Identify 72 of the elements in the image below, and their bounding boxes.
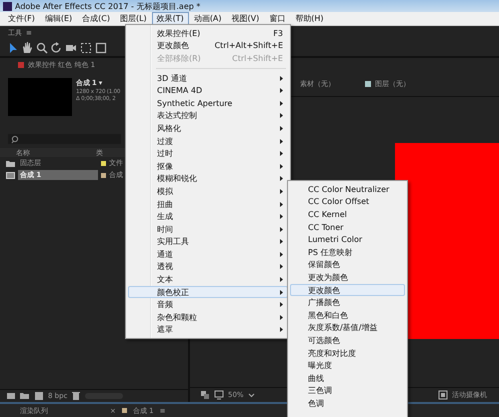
menu-item[interactable]: 时间 bbox=[128, 222, 288, 236]
menu-item[interactable]: 更改为颜色 bbox=[290, 271, 405, 284]
menu-item[interactable]: 实用工具 bbox=[128, 236, 288, 248]
menu-item[interactable]: 亮度和对比度 bbox=[290, 346, 405, 360]
menu-item[interactable]: 图层(L) bbox=[114, 12, 152, 25]
window-title: Adobe After Effects CC 2017 - 无标题项目.aep * bbox=[15, 0, 200, 12]
menu-item[interactable]: 效果控件(E) F3 bbox=[128, 27, 288, 40]
menu-item[interactable]: CC Color Offset bbox=[290, 196, 405, 208]
layer-color-icon bbox=[365, 81, 371, 87]
caret-icon bbox=[248, 392, 255, 398]
menu-item[interactable]: 保留颜色 bbox=[290, 258, 405, 272]
menu-item[interactable]: 风格化 bbox=[128, 122, 288, 135]
region-icon bbox=[438, 390, 448, 400]
menu-item[interactable]: 扭曲 bbox=[128, 198, 288, 210]
menu-item[interactable]: 编辑(E) bbox=[40, 12, 78, 25]
menu-item[interactable]: 文件(F) bbox=[3, 12, 40, 25]
menu-item[interactable]: 遮罩 bbox=[128, 324, 288, 336]
menu-item[interactable]: 黑色和白色 bbox=[290, 308, 405, 322]
menu-item[interactable]: 窗口 bbox=[264, 12, 290, 25]
menu-item[interactable]: CC Color Neutralizer bbox=[290, 183, 405, 196]
trash-icon bbox=[71, 391, 82, 401]
menu-item[interactable]: 动画(A) bbox=[188, 12, 227, 25]
menu-item[interactable]: Synthetic Aperture bbox=[128, 96, 288, 110]
menu-item[interactable]: 颜色校正 bbox=[128, 286, 288, 298]
menu-item[interactable]: 色调 bbox=[290, 397, 405, 410]
menu-item[interactable]: 表达式控制 bbox=[128, 110, 288, 122]
menu-item[interactable]: PS 任意映射 bbox=[290, 246, 405, 259]
menu-item[interactable]: 模拟 bbox=[128, 185, 288, 198]
menu-item[interactable]: 3D 通道 bbox=[128, 72, 288, 84]
composition-color-swatch bbox=[122, 408, 127, 413]
pan-behind-tool-icon bbox=[80, 42, 92, 54]
menu-item[interactable]: 生成 bbox=[128, 210, 288, 223]
menu-item[interactable]: 杂色和颗粒 bbox=[128, 311, 288, 324]
menu-item[interactable]: 抠像 bbox=[128, 160, 288, 173]
layer-color-icon bbox=[18, 62, 24, 68]
interpret-footage-icon bbox=[6, 391, 16, 401]
menu-item[interactable]: 视图(V) bbox=[226, 12, 264, 25]
menu-item[interactable]: 通道 bbox=[128, 248, 288, 261]
composition-thumbnail bbox=[8, 78, 72, 116]
menu-item[interactable]: 曲线 bbox=[290, 372, 405, 384]
search-icon bbox=[36, 42, 48, 54]
menu-item[interactable]: 广播颜色 bbox=[290, 296, 405, 309]
rectangle-tool-icon bbox=[95, 42, 107, 54]
menu-item[interactable]: 效果(T) bbox=[152, 12, 189, 25]
menu-item[interactable]: 模糊和锐化 bbox=[128, 172, 288, 186]
menu-item[interactable]: 灰度系数/基值/增益 bbox=[290, 322, 405, 334]
menu-item[interactable]: 曝光度 bbox=[290, 359, 405, 372]
menu-item[interactable]: 三色调 bbox=[290, 384, 405, 398]
menu-item[interactable]: Lumetri Color bbox=[290, 233, 405, 246]
snapshot-icon bbox=[200, 390, 210, 400]
menu-item[interactable]: 可选颜色 bbox=[290, 334, 405, 347]
menu-item[interactable]: 更改颜色 bbox=[290, 284, 405, 296]
rotate-tool-icon bbox=[51, 42, 62, 54]
menu-item[interactable]: CINEMA 4D bbox=[128, 84, 288, 97]
menu-item[interactable]: 合成(C) bbox=[77, 12, 115, 25]
menu-item[interactable]: CC Kernel bbox=[290, 208, 405, 221]
pointer-tool-icon bbox=[8, 42, 18, 54]
menu-item[interactable]: 音频 bbox=[128, 298, 288, 312]
new-composition-icon bbox=[34, 391, 44, 401]
menu-item[interactable]: 文本 bbox=[128, 273, 288, 286]
menu-item[interactable]: 过时 bbox=[128, 147, 288, 160]
search-field[interactable] bbox=[8, 134, 121, 144]
hand-tool-icon bbox=[21, 42, 33, 54]
menu-item[interactable]: 透视 bbox=[128, 260, 288, 274]
app-logo-icon bbox=[3, 2, 12, 10]
menu-item[interactable]: 过渡 bbox=[128, 134, 288, 148]
monitor-icon bbox=[214, 390, 224, 400]
menu-item[interactable]: CC Toner bbox=[290, 220, 405, 234]
search-icon bbox=[11, 134, 20, 144]
camera-tool-icon bbox=[65, 42, 77, 54]
composition-icon bbox=[6, 170, 15, 180]
menu-item[interactable]: 帮助(H) bbox=[290, 12, 329, 25]
